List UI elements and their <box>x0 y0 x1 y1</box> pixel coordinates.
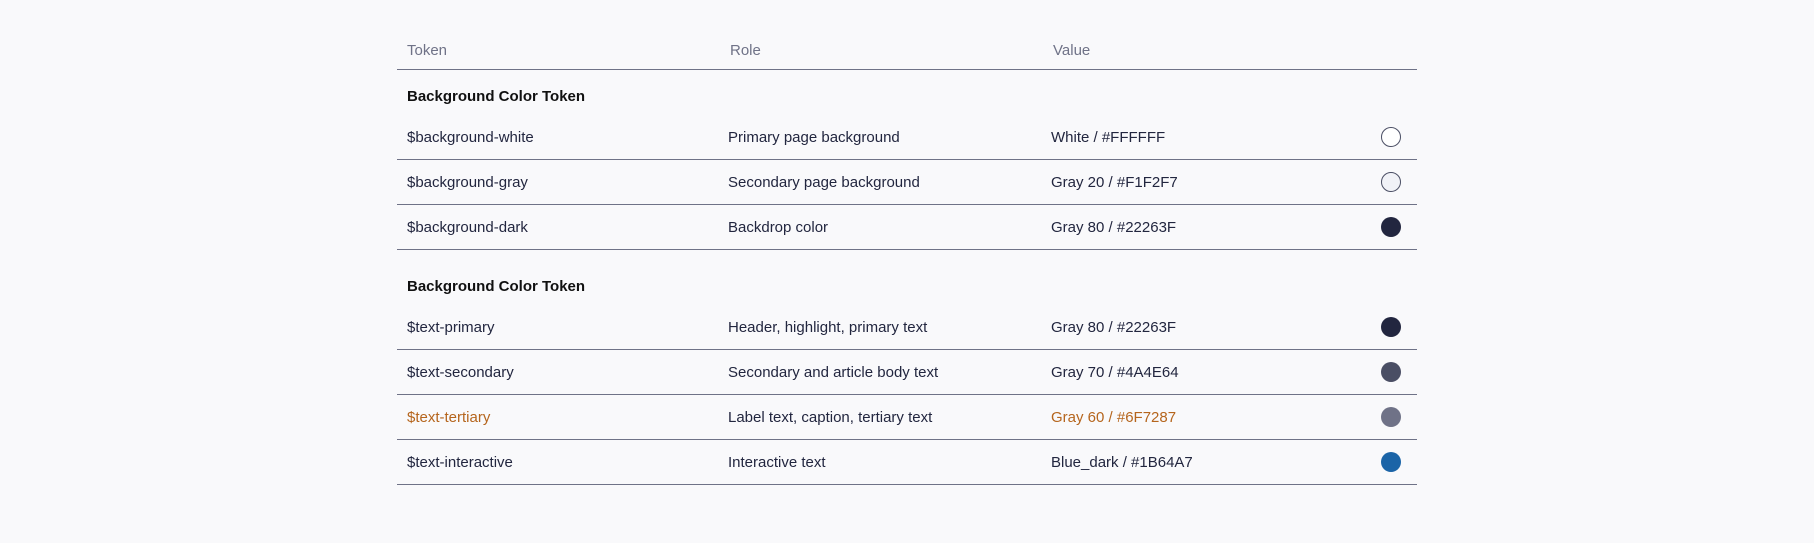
token-name: $background-dark <box>407 219 528 236</box>
token-name: $background-white <box>407 129 534 146</box>
token-name: $text-tertiary <box>407 409 491 426</box>
token-value: White / #FFFFFF <box>1051 129 1166 146</box>
table-row: $text-secondary Secondary and article bo… <box>397 350 1417 395</box>
section-title: Background Color Token <box>397 260 1417 305</box>
token-role: Secondary page background <box>728 174 920 191</box>
color-swatch-icon <box>1381 452 1401 472</box>
color-swatch-icon <box>1381 317 1401 337</box>
token-role: Backdrop color <box>728 219 829 236</box>
table-row: $background-white Primary page backgroun… <box>397 115 1417 160</box>
color-token-table: Token Role Value Background Color Token … <box>397 28 1417 485</box>
section-title-text: Background Color Token <box>407 278 586 295</box>
table-row-highlighted: $text-tertiary Label text, caption, tert… <box>397 395 1417 440</box>
table-row: $text-interactive Interactive text Blue_… <box>397 440 1417 485</box>
token-value: Gray 80 / #22263F <box>1051 319 1177 336</box>
token-name: $background-gray <box>407 174 528 191</box>
token-name: $text-secondary <box>407 364 514 381</box>
token-value: Gray 20 / #F1F2F7 <box>1051 174 1178 191</box>
color-swatch-icon <box>1381 172 1401 192</box>
table-row: $background-dark Backdrop color Gray 80 … <box>397 205 1417 250</box>
token-name: $text-primary <box>407 319 495 336</box>
section-title: Background Color Token <box>397 70 1417 115</box>
token-value: Blue_dark / #1B64A7 <box>1051 454 1193 471</box>
column-header-value: Value <box>1053 42 1091 59</box>
token-role: Interactive text <box>728 454 826 471</box>
token-role: Header, highlight, primary text <box>728 319 928 336</box>
color-swatch-icon <box>1381 407 1401 427</box>
token-name: $text-interactive <box>407 454 513 471</box>
column-header-token: Token <box>407 42 448 59</box>
table-row: $text-primary Header, highlight, primary… <box>397 305 1417 350</box>
color-swatch-icon <box>1381 362 1401 382</box>
token-role: Primary page background <box>728 129 900 146</box>
token-value: Gray 60 / #6F7287 <box>1051 409 1177 426</box>
section-title-text: Background Color Token <box>407 88 586 105</box>
column-header-role: Role <box>730 42 761 59</box>
token-value: Gray 80 / #22263F <box>1051 219 1177 236</box>
token-value: Gray 70 / #4A4E64 <box>1051 364 1179 381</box>
token-role: Label text, caption, tertiary text <box>728 409 933 426</box>
color-swatch-icon <box>1381 127 1401 147</box>
token-role: Secondary and article body text <box>728 364 939 381</box>
table-header: Token Role Value <box>397 28 1417 70</box>
color-swatch-icon <box>1381 217 1401 237</box>
table-row: $background-gray Secondary page backgrou… <box>397 160 1417 205</box>
